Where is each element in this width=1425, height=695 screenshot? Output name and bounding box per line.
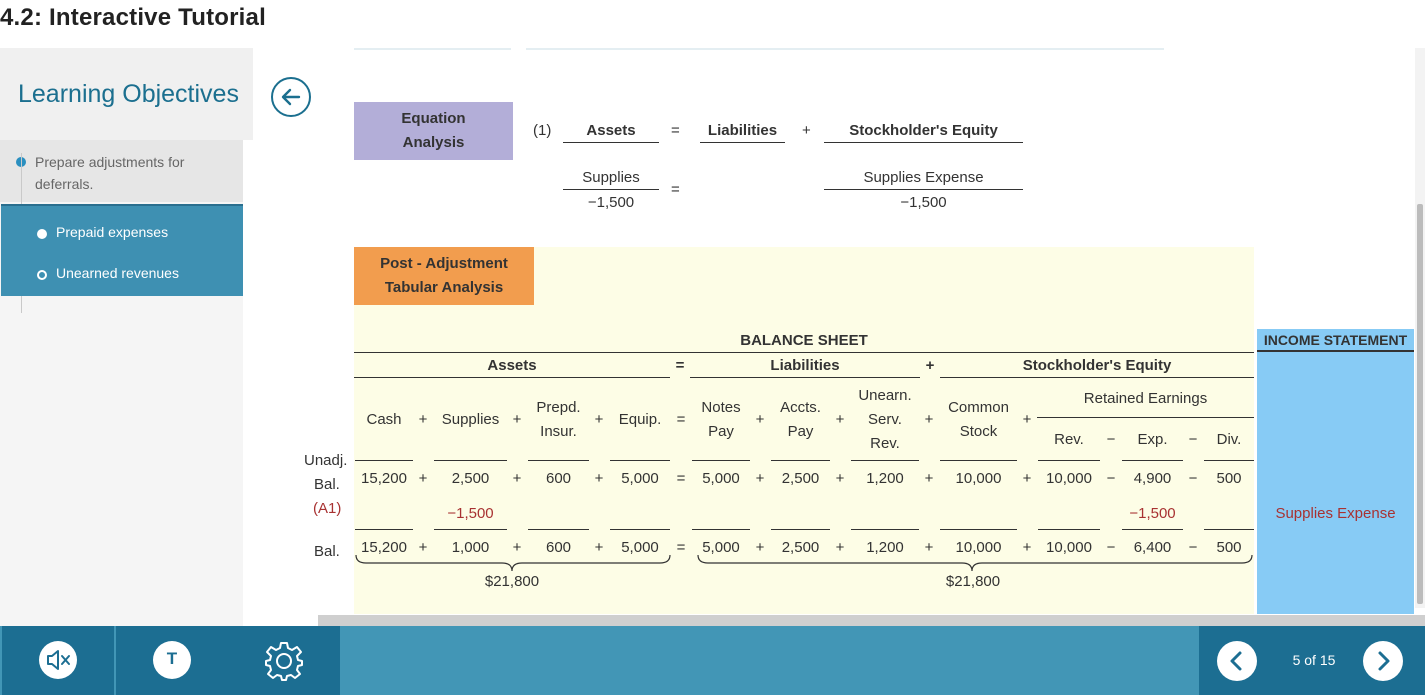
page-counter: 5 of 15 — [1292, 652, 1336, 668]
speaker-muted-icon — [47, 650, 70, 670]
objective-text: Prepare adjustments for deferrals. — [35, 154, 185, 192]
cell-unadj-unearned: 1,200 — [866, 470, 904, 487]
col-rev: Rev. — [1054, 431, 1084, 448]
cell-unadj-prepd: 600 — [545, 470, 572, 487]
eq-liabilities-label: Liabilities — [707, 122, 778, 139]
group-retained-earnings: Retained Earnings — [1083, 390, 1208, 407]
page-title: 4.2: Interactive Tutorial — [0, 4, 266, 31]
col-notes-pay: Notes — [701, 399, 741, 416]
sub-objectives: Prepaid expenses Unearned revenues — [1, 204, 243, 296]
step-number: (1) — [533, 122, 552, 139]
next-page-button[interactable] — [1363, 641, 1403, 681]
sidebar-item-unearned-revenues[interactable]: Unearned revenues — [1, 255, 243, 295]
page-navigation: 5 of 15 — [1199, 626, 1425, 695]
cell-a1-income: Supplies Expense — [1275, 505, 1396, 522]
filled-bullet-icon — [37, 229, 47, 239]
cell-unadj-common: 10,000 — [955, 470, 1002, 487]
scrollbar-thumb[interactable] — [1417, 204, 1423, 604]
cell-unadj-exp: 4,900 — [1133, 470, 1172, 487]
col-div: Div. — [1216, 431, 1242, 448]
eq-right-account: Supplies Expense — [863, 169, 984, 186]
horizontal-scrollbar[interactable] — [318, 615, 1425, 626]
learning-objectives-header: Learning Objectives — [0, 48, 253, 140]
cell-unadj-equip: 5,000 — [621, 470, 659, 487]
col-equip: Equip. — [618, 411, 662, 428]
post-adjustment-header: Post - Adjustment Tabular Analysis — [354, 247, 534, 305]
eq-plus: + — [802, 122, 811, 139]
cell-unadj-rev: 10,000 — [1046, 470, 1092, 487]
equation-analysis-header: Equation Analysis — [354, 102, 513, 160]
cell-unadj-div: 500 — [1216, 470, 1242, 487]
mute-button[interactable] — [2, 626, 114, 695]
group-equity: Stockholder's Equity — [1022, 357, 1172, 374]
learning-objectives-title: Learning Objectives — [18, 80, 239, 108]
total-liabilities-equity: $21,800 — [945, 573, 1001, 590]
cell-unadj-notes: 5,000 — [702, 470, 740, 487]
col-common-stock: Common — [948, 399, 1009, 416]
sidebar-item-prepaid-expenses[interactable]: Prepaid expenses — [1, 214, 243, 254]
col-prepd: Prepd. — [536, 399, 581, 416]
group-liabilities: Liabilities — [770, 357, 840, 374]
eq-equals: = — [671, 122, 680, 139]
chevron-right-icon — [1378, 651, 1390, 671]
cell-a1-supplies: −1,500 — [447, 505, 494, 522]
eq-equity-label: Stockholder's Equity — [849, 122, 998, 139]
sidebar-item-label: Prepaid expenses — [56, 224, 169, 240]
cell-unadj-cash: 15,200 — [361, 470, 407, 487]
eq-left-account: Supplies — [582, 169, 640, 186]
previous-page-button[interactable] — [1217, 641, 1257, 681]
col-supplies: Supplies — [441, 411, 500, 428]
hollow-bullet-icon — [37, 270, 47, 280]
text-button[interactable]: T — [116, 626, 228, 695]
sidebar: Learning Objectives Prepare adjustments … — [0, 48, 253, 626]
gear-icon — [265, 642, 303, 681]
eq-equals: = — [671, 181, 680, 198]
divider — [526, 48, 1164, 50]
eq-assets-label: Assets — [586, 122, 636, 139]
row-label-a1: (A1) — [313, 500, 342, 517]
income-statement-panel — [1257, 329, 1414, 614]
cell-a1-exp: −1,500 — [1129, 505, 1176, 522]
col-cash: Cash — [366, 411, 402, 428]
chevron-left-icon — [1230, 651, 1242, 671]
cell-unadj-supplies: 2,500 — [451, 470, 490, 487]
col-accts-pay: Accts. — [780, 399, 821, 416]
total-assets: $21,800 — [484, 573, 540, 590]
col-unearned-rev: Unearn. — [858, 387, 912, 404]
cell-unadj-accts: 2,500 — [781, 470, 820, 487]
row-label-unadj: Unadj. — [304, 452, 348, 469]
text-t-icon: T — [166, 649, 178, 668]
back-button[interactable] — [271, 77, 311, 117]
row-label-bal: Bal. — [314, 543, 340, 560]
col-exp: Exp. — [1137, 431, 1168, 448]
arrow-left-icon — [281, 88, 301, 106]
settings-button[interactable] — [228, 626, 340, 695]
income-statement-title: INCOME STATEMENT — [1257, 329, 1414, 352]
divider — [354, 48, 511, 50]
eq-right-value: −1,500 — [900, 194, 947, 211]
balance-sheet-title: BALANCE SHEET — [740, 332, 868, 349]
footer-toolbar: T 5 of 15 — [0, 626, 1425, 695]
group-assets: Assets — [487, 357, 537, 374]
eq-left-value: −1,500 — [587, 194, 635, 211]
sidebar-item-label: Unearned revenues — [56, 265, 179, 281]
